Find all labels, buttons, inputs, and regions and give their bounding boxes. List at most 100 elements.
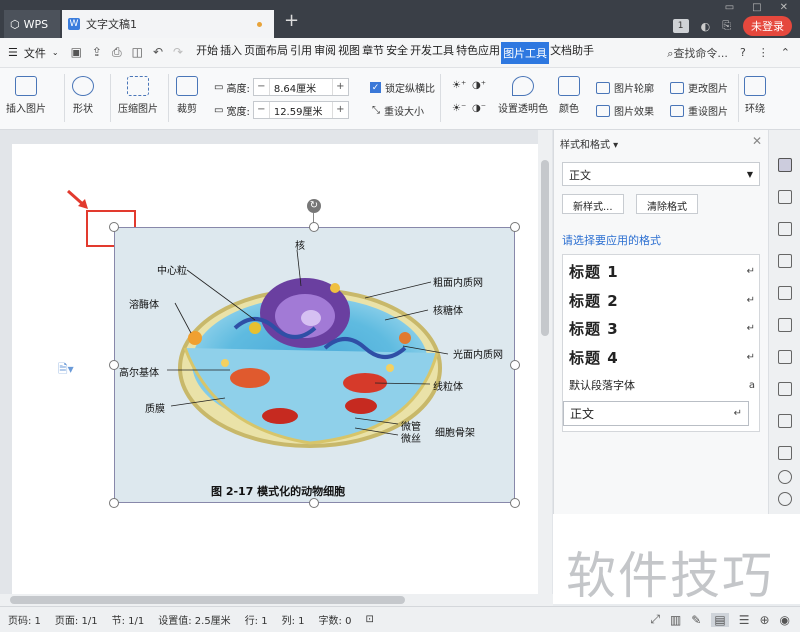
status-word-count[interactable]: 字数: 0: [319, 612, 352, 627]
set-transparent-button[interactable]: 设置透明色: [498, 76, 548, 115]
crop-button[interactable]: 裁剪: [176, 76, 198, 115]
style-format-icon[interactable]: [778, 158, 792, 172]
height-spinner[interactable]: − 8.64厘米 +: [252, 78, 349, 96]
tab-review[interactable]: 审阅: [313, 42, 337, 64]
resize-handle-bottom-left[interactable]: [109, 498, 119, 508]
resize-handle-left[interactable]: [109, 360, 119, 370]
eye-protect-icon[interactable]: ◉: [780, 613, 790, 627]
login-button[interactable]: 未登录: [743, 16, 792, 36]
tab-view[interactable]: 视图: [337, 42, 361, 64]
height-increase-button[interactable]: +: [331, 79, 348, 95]
tab-special-apps[interactable]: 特色应用: [455, 42, 501, 64]
clear-format-button[interactable]: 清除格式: [636, 194, 698, 214]
window-icon[interactable]: □: [752, 2, 761, 13]
restore-icon[interactable]: ▭: [725, 2, 734, 13]
more-icon[interactable]: ⋮: [758, 46, 769, 59]
vertical-scroll-thumb[interactable]: [541, 160, 549, 336]
property-settings-icon[interactable]: [778, 254, 792, 268]
outline-view-icon[interactable]: ☰: [739, 613, 750, 627]
width-increase-button[interactable]: +: [331, 102, 348, 118]
style-heading-4[interactable]: 标题 4 ↵: [569, 347, 755, 368]
tab-page-layout[interactable]: 页面布局: [243, 42, 289, 64]
style-default-paragraph-font[interactable]: 默认段落字体 a: [569, 377, 755, 393]
document-layout-icon[interactable]: 🗎▾: [58, 360, 74, 381]
horizontal-scroll-thumb[interactable]: [10, 596, 405, 604]
share-out-icon[interactable]: [778, 350, 792, 364]
style-heading-1[interactable]: 标题 1 ↵: [569, 261, 755, 282]
tab-picture-tools[interactable]: 图片工具: [501, 41, 550, 64]
insert-picture-button[interactable]: 插入图片: [6, 76, 46, 115]
style-heading-2[interactable]: 标题 2 ↵: [569, 290, 755, 311]
reading-mode-icon[interactable]: ▥: [670, 613, 681, 627]
reset-size-button[interactable]: ⤡ 重设大小: [372, 103, 424, 118]
shape-effect-icon[interactable]: [778, 222, 792, 236]
tab-doc-assistant[interactable]: 文档助手: [549, 42, 595, 64]
export-pdf-icon[interactable]: ⇪: [92, 45, 102, 60]
translate-icon[interactable]: [778, 382, 792, 396]
close-window-icon[interactable]: ✕: [780, 2, 788, 13]
page-view-icon[interactable]: ▤: [711, 612, 729, 627]
height-decrease-button[interactable]: −: [254, 79, 270, 95]
document-tab[interactable]: W 文字文稿1: [62, 10, 274, 38]
save-icon[interactable]: ▣: [71, 45, 82, 60]
shape-button[interactable]: 形状: [72, 76, 94, 115]
collapse-ribbon-icon[interactable]: ⌃: [781, 46, 790, 59]
search-command[interactable]: ⌕查找命令...: [667, 45, 728, 61]
history-clock-icon[interactable]: [778, 492, 792, 506]
help-icon[interactable]: ?: [740, 46, 746, 59]
hamburger-menu-icon[interactable]: ☰: [8, 46, 18, 59]
width-decrease-button[interactable]: −: [254, 102, 270, 118]
tab-home[interactable]: 开始: [195, 42, 219, 64]
resize-handle-right[interactable]: [510, 360, 520, 370]
resize-handle-top-right[interactable]: [510, 222, 520, 232]
print-icon[interactable]: ⎙: [112, 45, 122, 60]
picture-library-icon[interactable]: [778, 286, 792, 300]
window-count-badge[interactable]: 1: [672, 19, 689, 33]
redo-icon[interactable]: ↷: [173, 45, 183, 60]
resize-handle-bottom-right[interactable]: [510, 498, 520, 508]
skin-icon[interactable]: ◐: [701, 20, 711, 33]
add-tab-button[interactable]: +: [284, 12, 299, 30]
file-menu[interactable]: 文件: [24, 45, 46, 61]
tab-insert[interactable]: 插入: [219, 42, 243, 64]
download-icon[interactable]: [778, 470, 792, 484]
change-picture-button[interactable]: 更改图片: [670, 80, 728, 95]
web-view-icon[interactable]: ⊕: [759, 613, 769, 627]
image-icon[interactable]: [778, 446, 792, 460]
undo-icon[interactable]: ↶: [153, 45, 163, 60]
tab-developer[interactable]: 开发工具: [409, 42, 455, 64]
close-panel-icon[interactable]: ✕: [752, 134, 762, 148]
styles-panel-title[interactable]: 样式和格式 ▾: [560, 136, 618, 151]
write-mode-icon[interactable]: ✎: [691, 613, 701, 627]
resize-handle-top[interactable]: [309, 222, 319, 232]
chevron-down-icon[interactable]: ⌄: [52, 48, 59, 57]
cell-diagram-image[interactable]: 核 中心粒 粗面内质网 溶酶体 核糖体 光面内质网 高尔基体 线粒体 质膜 微管…: [114, 227, 515, 503]
resize-handle-top-left[interactable]: [109, 222, 119, 232]
wrap-text-button[interactable]: 环绕: [744, 76, 766, 115]
tab-section[interactable]: 章节: [361, 42, 385, 64]
status-track-icon[interactable]: ⊡: [365, 614, 373, 625]
horizontal-scrollbar[interactable]: [0, 594, 553, 606]
color-button[interactable]: 颜色: [558, 76, 580, 115]
width-spinner[interactable]: − 12.59厘米 +: [252, 101, 349, 119]
select-pointer-icon[interactable]: [778, 190, 792, 204]
reset-picture-button[interactable]: 重设图片: [670, 103, 728, 118]
style-body-text[interactable]: 正文 ↵: [563, 401, 749, 426]
archive-icon[interactable]: [778, 414, 792, 428]
brightness-down-button[interactable]: ☀⁻: [452, 103, 466, 114]
brightness-up-button[interactable]: ☀⁺: [452, 80, 466, 91]
style-heading-3[interactable]: 标题 3 ↵: [569, 318, 755, 339]
lock-ratio-checkbox[interactable]: ✓ 锁定纵横比: [370, 80, 435, 95]
tab-references[interactable]: 引用: [289, 42, 313, 64]
wps-home-tab[interactable]: ⬡ WPS: [4, 10, 60, 38]
compress-picture-button[interactable]: 压缩图片: [118, 76, 158, 115]
current-style-select[interactable]: 正文 ▼: [562, 162, 760, 186]
resize-handle-bottom[interactable]: [309, 498, 319, 508]
tab-security[interactable]: 安全: [385, 42, 409, 64]
favorite-star-icon[interactable]: [778, 318, 792, 332]
vertical-scrollbar[interactable]: [538, 130, 552, 594]
full-screen-icon[interactable]: ⤢: [650, 612, 660, 627]
new-style-button[interactable]: 新样式...: [562, 194, 624, 214]
picture-outline-button[interactable]: 图片轮廓: [596, 80, 654, 95]
print-preview-icon[interactable]: ◫: [132, 45, 143, 60]
